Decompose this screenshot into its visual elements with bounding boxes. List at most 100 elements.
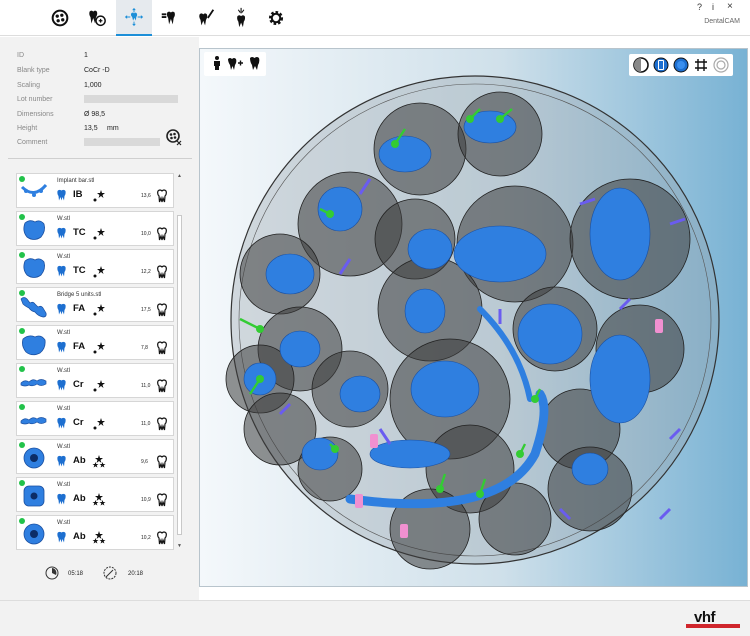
- toolbar-calculation-button[interactable]: [188, 0, 224, 36]
- comment-label: Comment: [17, 139, 48, 146]
- object-height-value: 17,5: [141, 307, 151, 313]
- object-filename: Bridge 5 units.stl: [57, 292, 102, 298]
- tooth-plus-icon[interactable]: [226, 54, 244, 72]
- toolbar-settings-button[interactable]: [258, 0, 294, 36]
- quality-stars-icon: [92, 455, 106, 468]
- toolbar-connectors-button[interactable]: [152, 0, 188, 36]
- pink-sprue: [370, 434, 378, 448]
- object-type-code: TC: [73, 227, 86, 238]
- height-label: Height: [17, 125, 38, 132]
- connector-joint: [436, 485, 444, 493]
- object-list-item[interactable]: Bridge 5 units.stl FA 17,5: [16, 287, 174, 322]
- object-thumbnail: [20, 183, 48, 197]
- blank-remove-icon[interactable]: [165, 128, 183, 146]
- status-indicator: [19, 214, 25, 220]
- tooth-status-icon: [157, 531, 167, 545]
- quality-star-icon: [93, 380, 105, 392]
- blank-visibility-icon[interactable]: [632, 56, 650, 74]
- object-thumbnail: [23, 447, 45, 469]
- object-list-item[interactable]: W.stl Ab 10,2: [16, 515, 174, 550]
- toolbar-add-objects-button[interactable]: [78, 0, 114, 36]
- dental-object: [517, 303, 583, 365]
- object-list-item[interactable]: W.stl FA 7,8: [16, 325, 174, 360]
- connector-joint: [476, 490, 484, 498]
- object-height-value: 7,8: [141, 345, 148, 351]
- dental-object: [265, 253, 315, 295]
- person-view-icon[interactable]: [208, 54, 226, 72]
- tool-path-icon[interactable]: [712, 56, 730, 74]
- pink-sprue: [655, 319, 663, 333]
- object-list-item[interactable]: W.stl TC 10,0: [16, 211, 174, 246]
- object-type-code: Ab: [73, 493, 86, 504]
- object-height-value: 11,0: [141, 383, 151, 389]
- object-type-code: IB: [73, 189, 83, 200]
- object-filename: W.stl: [57, 330, 70, 336]
- transparency-icon[interactable]: [652, 56, 670, 74]
- scaling-value: 1,000: [84, 82, 102, 89]
- 3d-viewport[interactable]: [199, 48, 748, 587]
- tooth-icon: [57, 417, 66, 429]
- tooth-status-icon: [157, 265, 167, 279]
- object-list-item[interactable]: W.stl TC 12,2: [16, 249, 174, 284]
- object-thumbnail: [20, 379, 47, 387]
- tooth-icon: [57, 455, 66, 467]
- blank-type-value: CoCr -D: [84, 67, 110, 74]
- tooth-icon: [57, 493, 66, 505]
- connector-joint: [496, 115, 504, 123]
- connector-joint: [531, 395, 539, 403]
- lot-number-field[interactable]: [84, 95, 178, 103]
- panel-divider: [8, 158, 192, 159]
- help-button[interactable]: ?: [697, 2, 702, 12]
- object-thumbnail: [23, 523, 45, 545]
- toolbar-blank-button[interactable]: [42, 0, 78, 36]
- object-list-item[interactable]: W.stl Cr 11,0: [16, 401, 174, 436]
- id-label: ID: [17, 52, 24, 59]
- tooth-status-icon: [157, 493, 167, 507]
- height-unit: mm: [107, 125, 119, 132]
- object-thumbnail: [20, 417, 47, 425]
- info-button[interactable]: i: [712, 2, 714, 12]
- tooth-status-icon: [157, 379, 167, 393]
- tooth-icon: [57, 303, 66, 315]
- object-thumbnail: [22, 335, 46, 356]
- blank-3d-scene[interactable]: [200, 49, 748, 587]
- object-list-item[interactable]: W.stl Ab 10,9: [16, 477, 174, 512]
- object-list: Implant bar.stl IB 13,6 W.stl TC 10,0 W.stl TC 1…: [16, 173, 174, 550]
- object-filename: W.stl: [57, 406, 70, 412]
- tooth-tool-icon: [199, 9, 215, 26]
- object-list-scrollbar[interactable]: ▲ ▼: [176, 173, 183, 550]
- tooth-view-icon[interactable]: [246, 54, 264, 72]
- connector-joint: [516, 450, 524, 458]
- object-height-value: 9,6: [141, 459, 148, 465]
- quality-star-icon: [93, 342, 105, 354]
- toolbar-positioning-button[interactable]: [116, 0, 152, 36]
- status-indicator: [19, 290, 25, 296]
- brand-accent-bar: [686, 624, 740, 628]
- close-button[interactable]: ×: [727, 1, 733, 12]
- comment-field[interactable]: [84, 138, 160, 146]
- connector-view-icon[interactable]: [692, 56, 710, 74]
- status-indicator: [19, 404, 25, 410]
- object-filename: W.stl: [57, 216, 70, 222]
- object-list-item[interactable]: W.stl Cr 11,0: [16, 363, 174, 398]
- main-toolbar: ? i × DentalCAM: [0, 0, 750, 36]
- toolbar-milling-button[interactable]: [224, 0, 260, 36]
- object-list-item[interactable]: W.stl Ab 9,6: [16, 439, 174, 474]
- dental-object: [589, 187, 651, 281]
- scroll-down-arrow[interactable]: ▼: [176, 543, 183, 550]
- object-height-value: 10,0: [141, 231, 151, 237]
- scroll-thumb[interactable]: [177, 215, 182, 535]
- connector-joint: [256, 375, 264, 383]
- status-indicator: [19, 252, 25, 258]
- dental-object: [453, 225, 547, 283]
- footer-bar: vhf: [0, 600, 750, 636]
- tooth-icon: [57, 227, 66, 239]
- quality-star-icon: [93, 228, 105, 240]
- connector-joint: [256, 325, 264, 333]
- lot-number-label: Lot number: [17, 96, 53, 103]
- tooth-status-icon: [157, 341, 167, 355]
- scroll-up-arrow[interactable]: ▲: [176, 173, 183, 180]
- object-list-item[interactable]: Implant bar.stl IB 13,6: [16, 173, 174, 208]
- height-value: 13,5: [84, 125, 98, 132]
- shaded-view-icon[interactable]: [672, 56, 690, 74]
